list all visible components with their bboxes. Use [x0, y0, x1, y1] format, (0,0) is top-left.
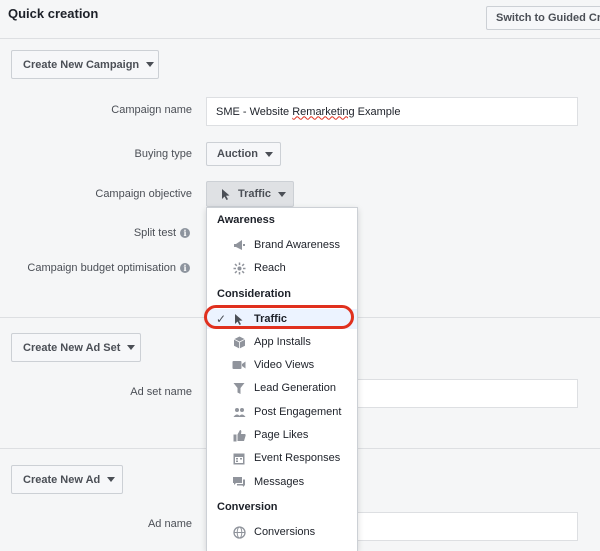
caret-down-icon	[107, 477, 116, 482]
menu-heading-conversion: Conversion	[217, 501, 278, 513]
create-new-campaign-dropdown[interactable]: Create New Campaign	[11, 50, 159, 79]
chat-bubble-icon	[231, 474, 247, 490]
menu-heading-consideration: Consideration	[217, 288, 291, 300]
menu-item-brand-awareness[interactable]: Brand Awareness	[207, 235, 357, 255]
people-icon	[231, 404, 247, 420]
buying-type-value: Auction	[217, 148, 258, 160]
megaphone-icon	[231, 237, 247, 253]
campaign-objective-value: Traffic	[238, 188, 272, 200]
thumbs-up-icon	[231, 427, 247, 443]
divider	[0, 38, 600, 39]
campaign-name-label: Campaign name	[111, 104, 192, 116]
buying-type-label: Buying type	[134, 148, 192, 160]
campaign-budget-optimisation-label: Campaign budget optimisation i	[4, 262, 190, 274]
campaign-objective-menu: Awareness Brand Awareness Reach Consider…	[206, 207, 358, 551]
ad-set-name-label: Ad set name	[130, 386, 192, 398]
globe-icon	[231, 524, 247, 540]
menu-item-post-engagement[interactable]: Post Engagement	[207, 402, 357, 422]
campaign-objective-dropdown[interactable]: Traffic	[206, 181, 294, 207]
menu-item-reach[interactable]: Reach	[207, 258, 357, 278]
menu-heading-awareness: Awareness	[217, 214, 275, 226]
menu-item-video-views[interactable]: Video Views	[207, 355, 357, 375]
cursor-icon	[222, 188, 230, 200]
menu-item-conversions[interactable]: Conversions	[207, 522, 357, 542]
create-new-ad-label: Create New Ad	[23, 473, 101, 486]
campaign-objective-label: Campaign objective	[95, 188, 192, 200]
page-title: Quick creation	[8, 6, 99, 21]
ad-name-label: Ad name	[147, 518, 192, 530]
caret-down-icon	[264, 151, 273, 157]
create-new-ad-dropdown[interactable]: Create New Ad	[11, 465, 123, 494]
campaign-name-input[interactable]: SME - Website Remarketing Example	[206, 97, 578, 126]
reach-icon	[231, 260, 247, 276]
video-camera-icon	[231, 357, 247, 373]
create-new-ad-set-label: Create New Ad Set	[23, 341, 121, 354]
create-new-ad-set-dropdown[interactable]: Create New Ad Set	[11, 333, 141, 362]
create-new-campaign-label: Create New Campaign	[23, 58, 140, 71]
caret-down-icon	[146, 62, 155, 67]
menu-item-page-likes[interactable]: Page Likes	[207, 425, 357, 445]
split-test-label: Split test i	[40, 227, 190, 239]
menu-item-lead-generation[interactable]: Lead Generation	[207, 378, 357, 398]
caret-down-icon	[127, 345, 136, 350]
cube-icon	[231, 334, 247, 350]
funnel-icon	[231, 380, 247, 396]
info-icon[interactable]: i	[180, 263, 190, 274]
switch-to-guided-creation-button[interactable]: Switch to Guided Creation	[486, 6, 600, 30]
menu-item-app-installs[interactable]: App Installs	[207, 332, 357, 352]
calendar-icon	[231, 450, 247, 466]
info-icon[interactable]: i	[180, 228, 190, 239]
buying-type-dropdown[interactable]: Auction	[206, 142, 281, 166]
traffic-highlight-ring	[204, 305, 354, 329]
campaign-name-text: SME - Website Remarketing Example	[216, 105, 401, 118]
menu-item-messages[interactable]: Messages	[207, 472, 357, 492]
caret-down-icon	[278, 191, 287, 197]
menu-item-event-responses[interactable]: Event Responses	[207, 448, 357, 468]
